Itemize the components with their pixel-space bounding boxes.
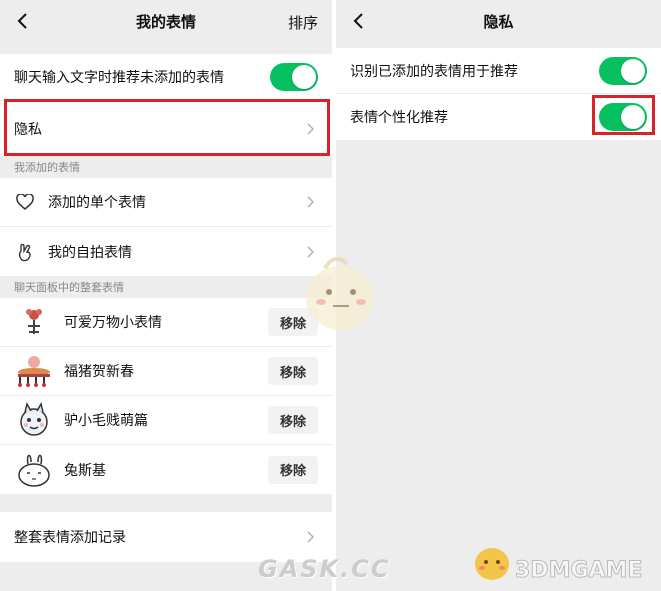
emoji-pack-row[interactable]: 驴小毛贱萌篇 移除: [0, 396, 332, 445]
added-single-emoji-row[interactable]: 添加的单个表情: [0, 178, 332, 227]
chevron-right-icon: [304, 195, 318, 209]
back-arrow-icon: [17, 13, 27, 29]
remove-button[interactable]: 移除: [268, 406, 318, 434]
heart-outline-icon: [14, 191, 36, 213]
back-arrow-icon: [353, 13, 363, 29]
emoji-packs-group: 可爱万物小表情 移除 福猪贺新春 移除 驴小毛贱萌篇 移除 兔斯基 移除: [0, 298, 332, 494]
privacy-toggles-group: 识别已添加的表情用于推荐 表情个性化推荐: [336, 48, 661, 140]
flower-sticker-thumb: [14, 302, 54, 342]
section-title-packs: 聊天面板中的整套表情: [0, 276, 332, 298]
selfie-emoji-row[interactable]: 我的自拍表情: [0, 227, 332, 276]
selfie-emoji-label: 我的自拍表情: [48, 244, 132, 261]
emoji-pack-row[interactable]: 可爱万物小表情 移除: [0, 298, 332, 347]
privacy-row[interactable]: 隐私: [0, 101, 332, 156]
added-emoji-group: 添加的单个表情 我的自拍表情: [0, 178, 332, 276]
remove-button[interactable]: 移除: [268, 308, 318, 336]
watermark-text-corner: 3DMGAME: [514, 558, 643, 584]
pack-name: 驴小毛贱萌篇: [64, 413, 148, 429]
recognize-added-switch[interactable]: [599, 56, 647, 85]
pack-name: 可爱万物小表情: [64, 315, 162, 331]
added-single-emoji-label: 添加的单个表情: [48, 195, 146, 211]
privacy-label: 隐私: [14, 121, 42, 138]
rabbit-sticker-thumb: [14, 450, 54, 490]
donkey-sticker-thumb: [14, 400, 54, 440]
page-title: 我的表情: [135, 12, 196, 31]
section-title-added: 我添加的表情: [0, 156, 332, 178]
sort-button[interactable]: 排序: [288, 12, 318, 33]
pig-sticker-thumb: [14, 351, 54, 391]
recommend-toggle-switch[interactable]: [270, 63, 318, 91]
recommend-toggle-row[interactable]: 聊天输入文字时推荐未添加的表情: [0, 54, 332, 101]
emoji-settings-panel: 我的表情 排序 聊天输入文字时推荐未添加的表情 隐私 我添加的表情 添加的单个表…: [0, 0, 332, 591]
emoji-pack-row[interactable]: 福猪贺新春 移除: [0, 347, 332, 396]
privacy-settings-panel: 隐私 识别已添加的表情用于推荐 表情个性化推荐: [336, 0, 661, 591]
selfie-hand-icon: [14, 241, 36, 263]
history-label: 整套表情添加记录: [14, 530, 126, 546]
recognize-added-toggle-row[interactable]: 识别已添加的表情用于推荐: [336, 48, 661, 94]
back-button[interactable]: [346, 9, 370, 33]
remove-button[interactable]: 移除: [268, 357, 318, 385]
chevron-right-icon: [304, 122, 318, 136]
chevron-right-icon: [304, 530, 318, 544]
recommend-toggle-label: 聊天输入文字时推荐未添加的表情: [14, 70, 224, 86]
pack-name: 福猪贺新春: [64, 364, 134, 380]
personalized-recommend-label: 表情个性化推荐: [350, 110, 448, 126]
page-title: 隐私: [483, 12, 514, 31]
personalized-recommend-toggle-row[interactable]: 表情个性化推荐: [336, 94, 661, 140]
personalized-recommend-switch[interactable]: [599, 103, 647, 131]
remove-button[interactable]: 移除: [268, 455, 318, 484]
recognize-added-label: 识别已添加的表情用于推荐: [350, 63, 518, 80]
pack-name: 兔斯基: [64, 462, 106, 479]
settings-group: 聊天输入文字时推荐未添加的表情 隐私: [0, 54, 332, 156]
navbar: 我的表情 排序: [0, 0, 332, 42]
watermark-text-center: GASK.CC: [258, 555, 391, 583]
navbar: 隐私: [336, 0, 661, 42]
back-button[interactable]: [10, 9, 34, 33]
chevron-right-icon: [304, 245, 318, 259]
emoji-pack-row[interactable]: 兔斯基 移除: [0, 445, 332, 494]
